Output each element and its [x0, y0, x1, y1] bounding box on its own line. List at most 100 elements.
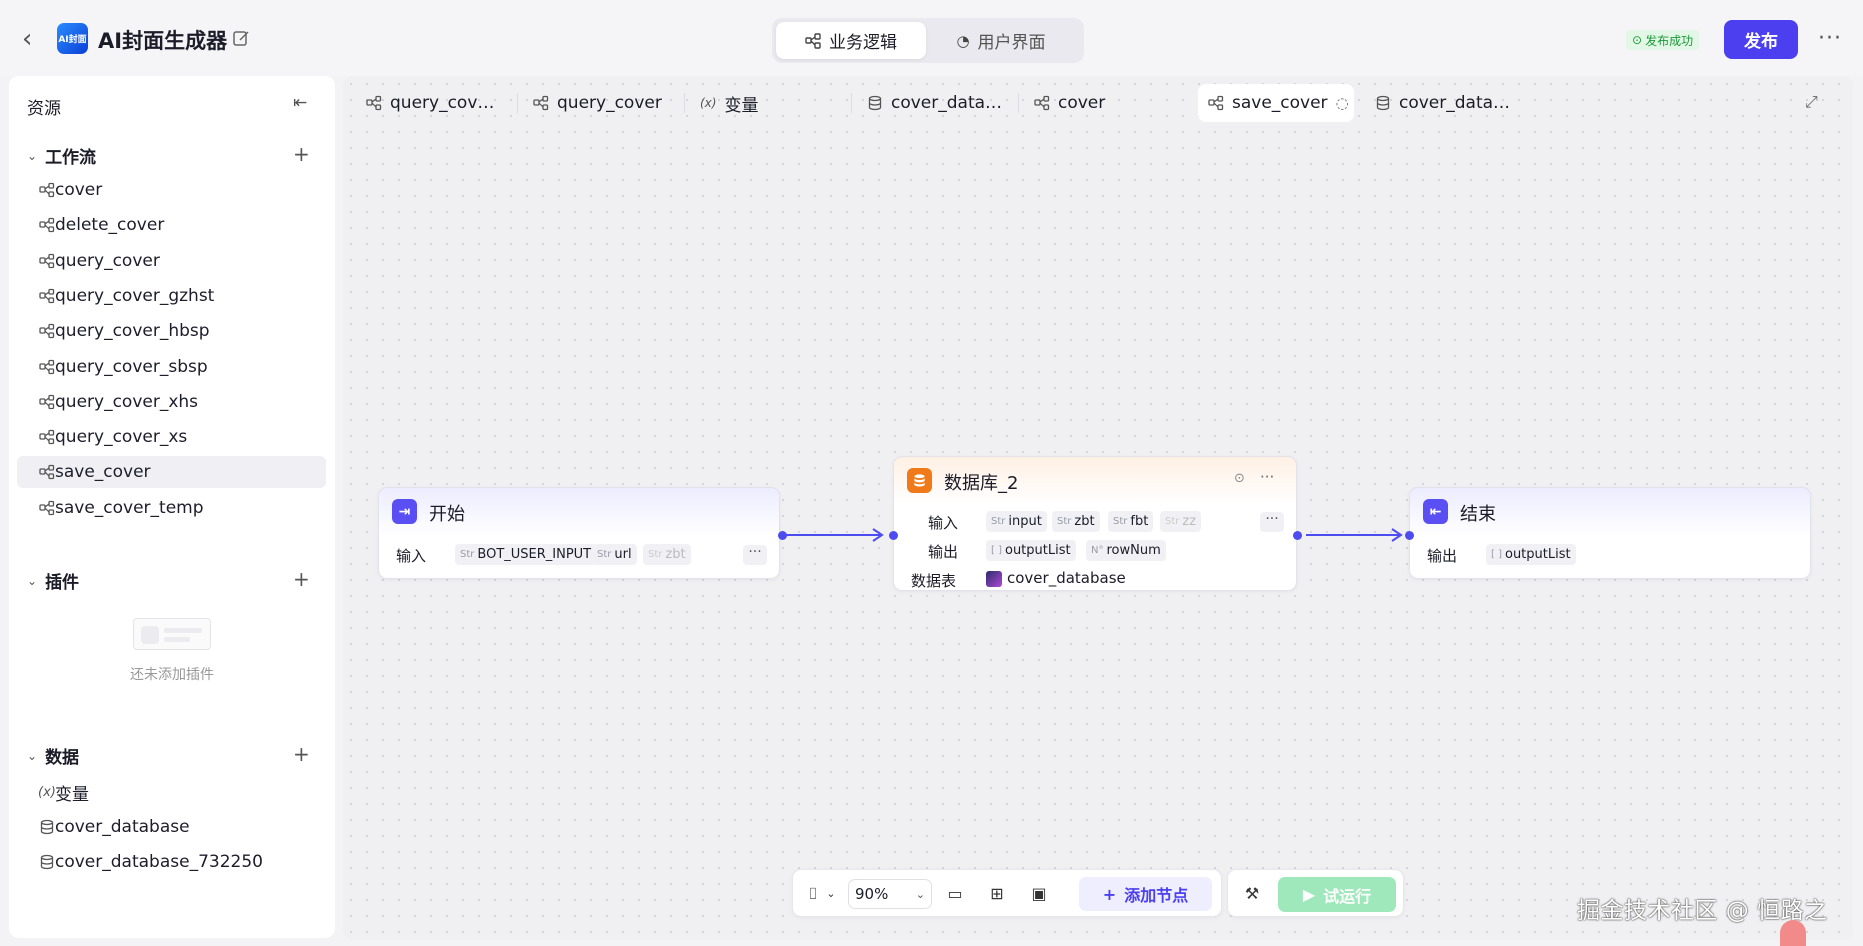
sidebar-item-label: save_cover_temp [55, 497, 204, 518]
minimap-icon[interactable]: ▣ [1029, 884, 1049, 904]
section-workflow[interactable]: ⌄ 工作流 [27, 143, 96, 168]
workflow-icon [39, 288, 55, 304]
sidebar-item-label: query_cover_xs [55, 427, 188, 448]
start-node[interactable]: ⇥ 开始 输入 Str BOT_USER_INPUT Str url Str zbt … [378, 487, 780, 579]
database-node[interactable]: 数据库_2 ⊙ ··· 输入 Str input Str zbt Str fbt St… [893, 456, 1297, 591]
layout-icon[interactable]: ⊞ [987, 884, 1007, 904]
workflow-icon [39, 500, 55, 515]
mouse-mode-icon[interactable]: ⌷ [803, 884, 823, 904]
node-more-icon[interactable]: ··· [1260, 468, 1274, 486]
sidebar-item-label: cover_database_732250 [55, 852, 263, 872]
sidebar-item-workflow[interactable]: query_cover [17, 245, 326, 277]
param-name: zbt [1074, 514, 1095, 529]
app-logo-text: AI封面 [58, 35, 87, 45]
workflow-icon [39, 359, 55, 374]
sidebar-item-workflow[interactable]: delete_cover [17, 209, 326, 241]
tab-business-logic[interactable]: 业务逻辑 [776, 22, 926, 59]
sidebar-item-cover-database-732250[interactable]: cover_database_732250 [17, 846, 326, 878]
param-chip: Str fbt [1108, 511, 1154, 532]
test-run-button[interactable]: ▶ 试运行 [1278, 877, 1396, 912]
sidebar-item-workflow[interactable]: query_cover_sbsp [17, 351, 326, 383]
sidebar-item-workflow[interactable]: cover [17, 174, 326, 206]
sidebar-item-workflow[interactable]: query_cover_gzhst [17, 280, 326, 312]
param-chip: Str zz [1160, 511, 1202, 532]
add-node-label: 添加节点 [1124, 886, 1189, 905]
type-tag: Str [1113, 516, 1128, 527]
node-row-label: 数据表 [911, 572, 957, 590]
tab-user-interface[interactable]: ◔ 用户界面 [926, 22, 1076, 59]
db-output-port[interactable] [1293, 531, 1302, 540]
more-params-icon[interactable]: ··· [743, 545, 767, 565]
run-toolbar: ⚒ ▶ 试运行 [1227, 869, 1404, 917]
check-circle-icon: ⊙ [1632, 33, 1643, 47]
sidebar-item-cover-database[interactable]: cover_database [17, 811, 326, 843]
section-title: 数据 [45, 748, 80, 768]
zoom-select[interactable]: 90% ⌄ [848, 879, 932, 909]
more-icon[interactable]: ··· [1818, 26, 1842, 51]
add-plugin-icon[interactable]: + [293, 567, 310, 591]
resource-sidebar: 资源 ⇤ ⌄ 工作流 + cover delete_cover query_cove… [9, 76, 335, 938]
app-title: AI封面生成器 [98, 29, 228, 53]
app-logo: AI封面 [57, 23, 88, 54]
palette-icon: ◔ [956, 31, 970, 50]
add-workflow-icon[interactable]: + [293, 142, 310, 166]
param-chip: Str input [986, 511, 1047, 532]
chevron-down-icon: ⌄ [27, 573, 38, 588]
sidebar-item-workflow[interactable]: save_cover_temp [17, 492, 326, 524]
sidebar-item-workflow[interactable]: query_cover_xhs [17, 386, 326, 418]
database-icon [907, 468, 932, 493]
param-name: zbt [665, 547, 686, 562]
node-row-label: 输出 [1427, 547, 1458, 565]
database-icon [40, 819, 54, 835]
type-tag: Str [1057, 516, 1072, 527]
add-node-button[interactable]: + 添加节点 [1079, 877, 1212, 911]
workflow-icon [39, 394, 55, 409]
add-data-icon[interactable]: + [293, 742, 310, 766]
more-params-icon[interactable]: ··· [1260, 512, 1284, 532]
sidebar-item-label: query_cover_gzhst [55, 285, 215, 306]
param-name: input [1008, 514, 1042, 529]
run-node-icon[interactable]: ⊙ [1234, 471, 1245, 486]
db-input-port[interactable] [889, 531, 898, 540]
sidebar-item-label: cover [55, 180, 103, 200]
publish-button[interactable]: 发布 [1724, 20, 1798, 59]
variable-icon: (x) [38, 784, 56, 800]
end-input-port[interactable] [1405, 531, 1414, 540]
sidebar-item-label: delete_cover [55, 215, 165, 236]
node-title: 开始 [429, 504, 465, 525]
collapse-sidebar-icon[interactable]: ⇤ [293, 93, 307, 113]
comment-icon[interactable]: ▭ [945, 884, 965, 904]
param-name: outputList [1504, 547, 1571, 562]
empty-plugins-illustration [133, 618, 211, 650]
sidebar-item-label: 变量 [55, 784, 89, 805]
start-icon: ⇥ [392, 499, 417, 524]
param-name: url [614, 547, 632, 562]
param-name: BOT_USER_INPUT [477, 547, 592, 562]
plus-icon: + [1102, 884, 1117, 904]
sidebar-item-variable[interactable]: (x) 变量 [17, 776, 326, 808]
sidebar-item-workflow[interactable]: query_cover_hbsp [17, 315, 326, 347]
param-chip: Str zbt [1052, 511, 1100, 532]
test-run-label: 试运行 [1323, 886, 1372, 906]
top-header: ‹ AI封面 AI封面生成器 业务逻辑 ◔ 用户界面 ⊙ 发布成功 发布 ··· [0, 0, 1863, 76]
param-chip: [ ] outputList [986, 540, 1076, 561]
wrench-icon[interactable]: ⚒ [1242, 884, 1262, 904]
sidebar-item-label: save_cover [55, 462, 151, 483]
chevron-left-icon[interactable]: ‹ [22, 26, 32, 52]
param-chip: [ ] outputList [1486, 544, 1576, 565]
param-chip: Str url [592, 544, 637, 565]
section-data[interactable]: ⌄ 数据 [27, 743, 79, 768]
workflow-canvas[interactable]: query_cov… query_cover (x) 变量 cover_data… cov… [343, 76, 1853, 940]
sidebar-item-workflow[interactable]: save_cover [17, 456, 326, 489]
play-icon: ▶ [1302, 885, 1316, 904]
section-title: 工作流 [45, 148, 97, 168]
start-output-port[interactable] [778, 531, 787, 540]
sidebar-item-workflow[interactable]: query_cover_xs [17, 421, 326, 453]
node-row-label: 输入 [928, 514, 959, 532]
section-plugins[interactable]: ⌄ 插件 [27, 568, 79, 593]
end-node[interactable]: ⇤ 结束 输出 [ ] outputList [1409, 487, 1811, 579]
chevron-down-icon[interactable]: ⌄ [821, 884, 841, 904]
empty-plugins-text: 还未添加插件 [130, 667, 214, 683]
edit-icon[interactable] [232, 29, 250, 47]
type-tag: Str [460, 549, 475, 560]
